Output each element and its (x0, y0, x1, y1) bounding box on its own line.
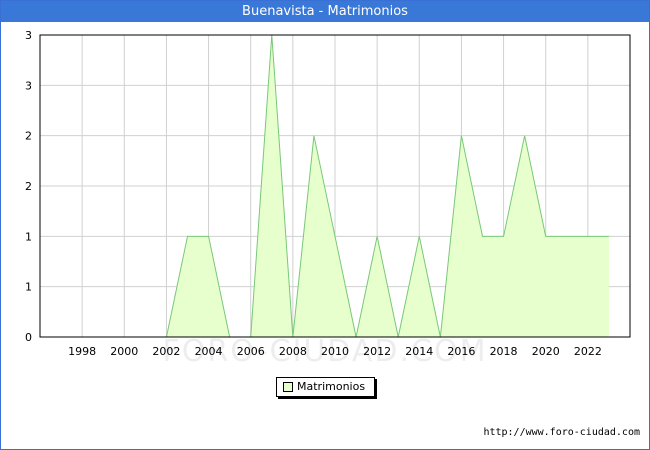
y-tick-label: 2 (25, 130, 32, 143)
source-url: http://www.foro-ciudad.com (483, 427, 640, 438)
y-tick-label: 1 (25, 281, 32, 294)
y-tick-label: 3 (25, 79, 32, 92)
legend-swatch (283, 382, 293, 392)
y-tick-label: 1 (25, 230, 32, 243)
y-tick-label: 3 (25, 29, 32, 42)
y-tick-label: 2 (25, 180, 32, 193)
legend-label: Matrimonios (297, 380, 366, 393)
legend: Matrimonios (276, 377, 375, 397)
watermark: FORO-CIUDAD.COM (162, 334, 488, 369)
